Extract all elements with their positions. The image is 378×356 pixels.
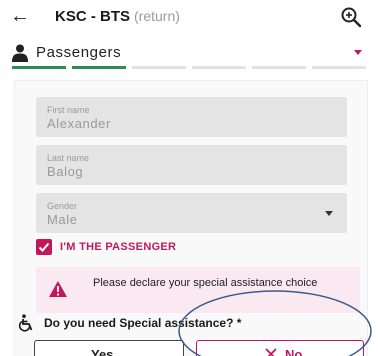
assistance-no-button[interactable]: No [196, 340, 364, 356]
chevron-down-icon [325, 211, 333, 216]
route-title: KSC - BTS (return) [55, 8, 180, 25]
gender-value: Male [47, 212, 78, 227]
progress-segment [72, 66, 126, 69]
x-icon [265, 348, 277, 356]
gender-label: Gender [47, 201, 78, 211]
warning-icon [49, 281, 67, 297]
progress-segment [312, 66, 366, 69]
app-header: ← KSC - BTS (return) [0, 0, 378, 36]
alert-message: Please declare your special assistance c… [93, 277, 318, 289]
assistance-alert: Please declare your special assistance c… [36, 267, 360, 313]
check-icon [38, 242, 50, 252]
route-type: (return) [134, 8, 180, 24]
first-name-value: Alexander [47, 116, 111, 131]
last-name-value: Balog [47, 164, 84, 179]
progress-segment [132, 66, 186, 69]
passenger-checkbox[interactable] [36, 239, 52, 255]
zoom-in-icon[interactable] [340, 6, 362, 28]
progress-segment [12, 66, 66, 69]
user-icon [12, 44, 28, 62]
step-progress [12, 66, 366, 69]
assistance-yes-button[interactable]: Yes [34, 340, 184, 356]
steps-title: Passengers [36, 44, 122, 61]
route-name: KSC - BTS [55, 8, 130, 25]
no-label: No [285, 347, 303, 356]
passenger-form-card: First name Alexander Last name Balog Gen… [14, 80, 368, 356]
gender-select[interactable]: Gender Male [36, 193, 347, 233]
chevron-down-icon[interactable] [354, 50, 362, 55]
back-arrow-icon[interactable]: ← [10, 6, 30, 26]
wheelchair-icon [18, 314, 33, 332]
last-name-label: Last name [47, 153, 90, 163]
progress-segment [192, 66, 246, 69]
question-text: Do you need Special assistance? * [44, 316, 242, 330]
first-name-field[interactable]: First name Alexander [36, 97, 347, 137]
steps-selector[interactable]: Passengers [12, 38, 366, 72]
last-name-field[interactable]: Last name Balog [36, 145, 347, 185]
yes-label: Yes [91, 347, 114, 356]
first-name-label: First name [47, 105, 90, 115]
passenger-checkbox-label: I'M THE PASSENGER [60, 241, 177, 253]
progress-segment [252, 66, 306, 69]
